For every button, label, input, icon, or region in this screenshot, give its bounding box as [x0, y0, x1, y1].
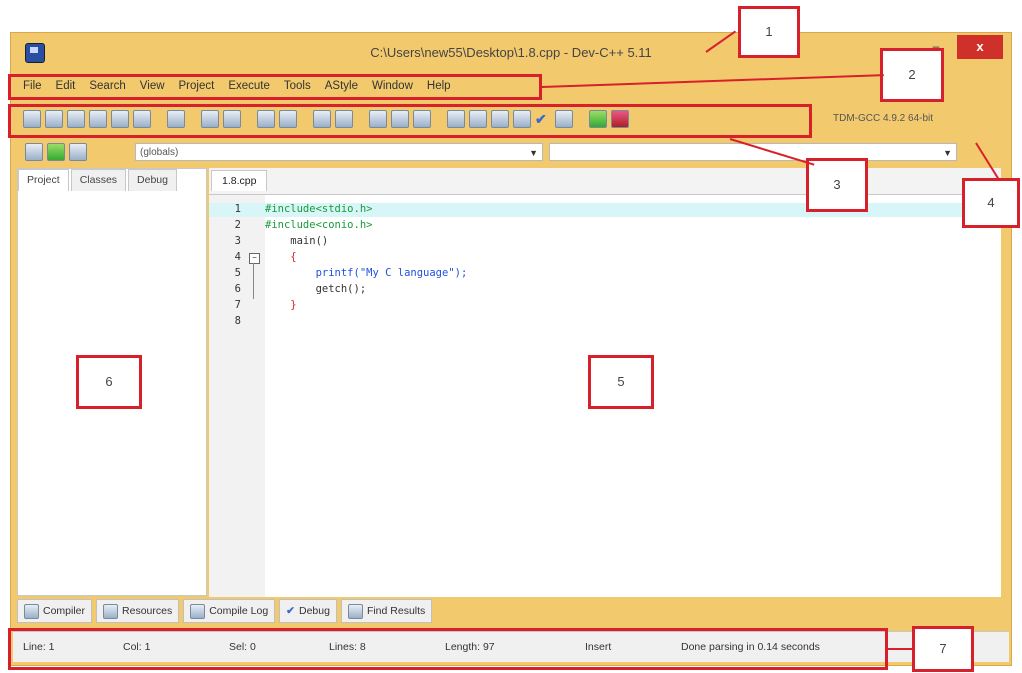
code-line: 4 { — [209, 251, 1001, 265]
compile-log-icon — [190, 603, 206, 619]
insert-icon[interactable] — [25, 143, 43, 161]
code-text: printf("My C language"); — [265, 267, 468, 279]
annotation-status-box — [8, 628, 888, 670]
code-line: 2 #include<conio.h> — [209, 219, 1001, 233]
tab-find-results[interactable]: Find Results — [340, 599, 433, 623]
annotation-label-4: 4 — [962, 178, 1020, 228]
code-line: 7 } — [209, 299, 1001, 313]
annotation-toolbar-box — [8, 104, 812, 138]
annotation-label-1: 1 — [738, 6, 800, 58]
annotation-label-3: 3 — [806, 158, 868, 212]
tab-resources-label: Resources — [122, 605, 173, 617]
goto-icon[interactable] — [69, 143, 87, 161]
annotation-menu-box — [8, 74, 542, 100]
find-results-icon — [347, 603, 363, 619]
window-title: C:\Users\new55\Desktop\1.8.cpp - Dev-C++… — [370, 45, 652, 60]
tab-compile-log-label: Compile Log — [209, 605, 269, 617]
code-text: { — [265, 251, 297, 263]
tab-compiler[interactable]: Compiler — [17, 599, 93, 623]
output-tabs: Compiler Resources Compile Log ✔ Debug Fi… — [17, 599, 433, 623]
code-line: 6 getch(); — [209, 283, 1001, 297]
code-text: getch(); — [265, 283, 367, 295]
annotation-label-2: 2 — [880, 48, 944, 102]
line-number: 4 — [234, 251, 241, 263]
line-number: 3 — [234, 235, 241, 247]
checkmark-icon: ✔ — [286, 605, 295, 617]
code-line: 1 #include<stdio.h> — [209, 203, 1001, 217]
tab-compiler-label: Compiler — [43, 605, 86, 617]
class-combo[interactable]: (globals) ▼ — [135, 143, 543, 161]
tab-find-results-label: Find Results — [366, 605, 426, 617]
line-number: 8 — [234, 315, 241, 327]
annotation-leader-7 — [886, 648, 914, 650]
title-bar[interactable]: C:\Users\new55\Desktop\1.8.cpp - Dev-C++… — [11, 33, 1011, 73]
code-text: main() — [265, 235, 329, 247]
annotation-label-7: 7 — [912, 626, 974, 672]
code-line: 8 — [209, 315, 1001, 329]
line-number: 5 — [234, 267, 241, 279]
tab-project[interactable]: Project — [18, 169, 69, 191]
tab-debug-label: Debug — [298, 605, 330, 617]
line-number: 7 — [234, 299, 241, 311]
chevron-down-icon: ▼ — [529, 148, 538, 158]
close-button[interactable]: x — [957, 35, 1003, 59]
toggle-icon[interactable] — [47, 143, 65, 161]
code-line: 5 printf("My C language"); — [209, 267, 1001, 281]
tab-debug-output[interactable]: ✔ Debug — [279, 599, 337, 623]
line-number: 1 — [234, 203, 241, 215]
code-text: #include<stdio.h> — [265, 203, 373, 215]
tab-debug[interactable]: Debug — [128, 169, 177, 191]
line-number: 2 — [234, 219, 241, 231]
compiler-select[interactable]: TDM-GCC 4.9.2 64-bit — [833, 109, 1001, 129]
code-text: #include<conio.h> — [265, 219, 373, 231]
compiler-icon — [24, 603, 39, 619]
code-line: 3 main() — [209, 235, 1001, 249]
fold-line — [253, 263, 254, 299]
annotation-label-5: 5 — [588, 355, 654, 409]
tab-classes[interactable]: Classes — [70, 169, 127, 191]
annotation-label-6: 6 — [76, 355, 142, 409]
resources-icon — [103, 603, 119, 619]
file-tab[interactable]: 1.8.cpp — [211, 170, 268, 191]
tab-resources[interactable]: Resources — [96, 599, 180, 623]
class-combo-value: (globals) — [140, 147, 179, 158]
fold-toggle-icon[interactable]: − — [249, 253, 260, 264]
code-text: } — [265, 299, 297, 311]
tab-compile-log[interactable]: Compile Log — [183, 599, 276, 623]
line-number: 6 — [234, 283, 241, 295]
chevron-down-icon: ▼ — [943, 148, 952, 158]
